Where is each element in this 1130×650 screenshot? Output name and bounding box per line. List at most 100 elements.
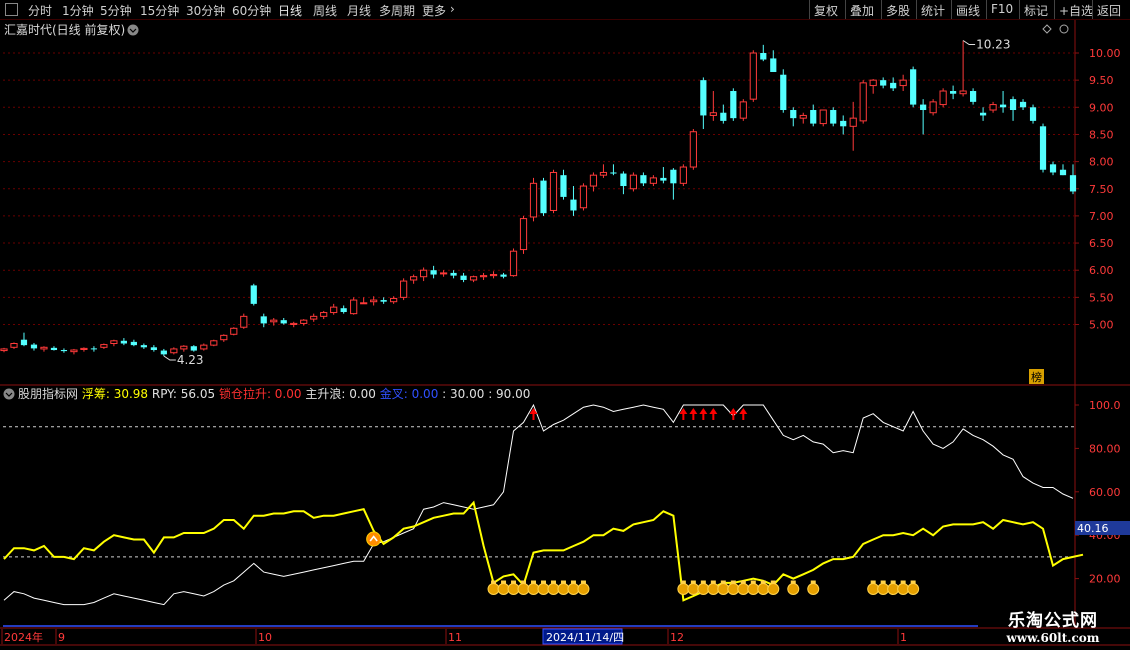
low-marker [163,355,176,361]
candle-body [989,104,997,111]
up-arrow-head [729,408,738,414]
money-bag-icon [727,583,740,595]
money-bag-tie [770,580,776,584]
money-bag-tie [531,580,537,584]
candle-body [320,312,328,317]
indicator-tick-label: 60.00 [1089,486,1121,499]
money-bag-tie [890,580,896,584]
candle-body [140,345,147,348]
money-bag-icon [487,583,500,595]
candle-body [1039,126,1047,170]
candle-body [950,91,957,94]
candle-body [549,171,558,211]
money-bag-tie [750,580,756,584]
money-bag-tie [910,580,916,584]
candle-body [380,300,387,302]
candle-body [790,110,797,119]
candle-body [280,320,287,324]
candle-body [80,347,88,350]
candle-body [999,104,1007,108]
indicator-item-value: 30.98 [114,387,152,401]
money-bag-icon [757,583,770,595]
candle-body [589,174,598,187]
money-bag-tie [560,580,566,584]
signal-circle-icon [366,531,382,547]
indicator-item-label: : [488,387,496,401]
time-axis-label: 9 [58,631,65,644]
money-bag-icon [897,583,910,595]
price-tick-label: 8.00 [1089,156,1114,169]
price-tick-label: 6.00 [1089,264,1114,277]
money-bag-tie [810,580,816,584]
indicator-item-value: 0.00 [349,387,380,401]
money-bag-icon [567,583,580,595]
indicator-item-value: 56.05 [181,387,219,401]
main-chart-title: 汇嘉时代(日线 前复权) [4,22,125,37]
candle-body [799,114,807,119]
price-tick-label: 5.50 [1089,291,1114,304]
price-tick-label: 5.00 [1089,319,1114,332]
candle-body [540,180,547,214]
price-tick-label: 6.50 [1089,237,1114,250]
candle-body [70,349,78,353]
money-bag-icon [677,583,690,595]
candle-body [979,112,987,116]
candle-body [479,275,488,278]
candle-body [869,79,877,87]
money-bag-icon [867,583,880,595]
candle-body [50,347,58,351]
current-value-label: 40.16 [1077,522,1109,535]
candle-body [370,299,378,303]
candle-body [969,91,977,102]
time-axis-label: 1 [900,631,907,644]
money-bag-icon [787,583,800,595]
candle-body [749,52,757,100]
price-tick-label: 7.00 [1089,210,1114,223]
indicator-collapse-icon [3,388,15,400]
candle-body [210,340,218,346]
crosshair-date-label: 2024/11/14/四 [546,631,624,644]
candle-body [310,315,318,320]
candle-body [1019,101,1027,108]
candle-body [0,348,8,352]
candle-body [700,80,707,116]
candle-body [579,185,588,209]
candle-body [840,120,847,127]
candle-body [260,316,267,324]
indicator-item-label: 金叉: [380,386,412,401]
price-tick-label: 9.50 [1089,74,1114,87]
candle-body [649,177,657,184]
money-bag-tie [730,580,736,584]
candle-body [610,172,617,174]
rank-badge: 榜 [1031,370,1042,384]
watermark-title: 乐淘公式网 [1008,611,1098,631]
money-bag-icon [707,583,720,595]
money-bag-tie [521,580,527,584]
up-arrow-head [689,408,698,414]
money-bag-icon [767,583,780,595]
price-tick-label: 10.00 [1089,47,1121,60]
money-bag-tie [870,580,876,584]
candle-body [899,79,907,87]
candle-body [360,302,368,305]
money-bag-icon [807,583,820,595]
candle-body [910,69,917,105]
candle-body [509,250,518,277]
candle-body [959,90,967,95]
money-bag-tie [570,580,576,584]
candle-body [570,199,577,211]
indicator-item-label: 主升浪: [305,386,349,401]
diamond-icon [1042,24,1052,34]
money-bag-tie [710,580,716,584]
candle-body [40,346,48,350]
money-bag-icon [907,583,920,595]
money-bag-icon [877,583,890,595]
candle-body [830,110,837,124]
money-bag-icon [747,583,760,595]
candle-body [819,109,827,125]
candle-body [240,315,248,328]
candle-body [780,74,787,111]
candle-body [90,348,98,350]
money-bag-icon [497,583,510,595]
money-bag-icon [507,583,520,595]
